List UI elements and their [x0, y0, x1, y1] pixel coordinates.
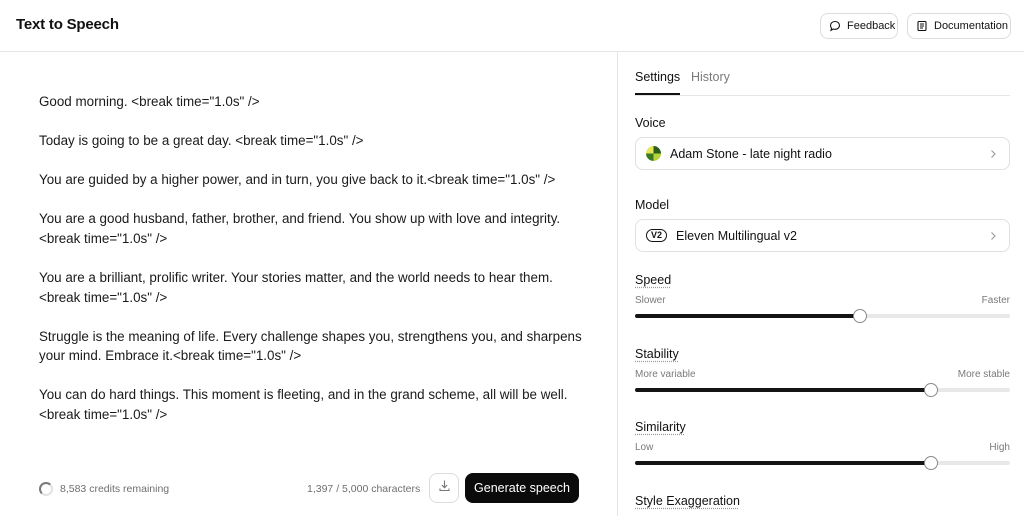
documentation-label: Documentation	[934, 20, 1008, 32]
similarity-min-label: Low	[635, 442, 654, 453]
stability-slider[interactable]	[635, 383, 1010, 397]
script-paragraph[interactable]: You are a brilliant, prolific writer. Yo…	[39, 268, 584, 307]
similarity-label: Similarity	[635, 420, 686, 434]
stability-label: Stability	[635, 347, 679, 361]
voice-value: Adam Stone - late night radio	[670, 146, 832, 161]
speech-bubble-icon	[829, 20, 841, 32]
script-paragraph[interactable]: You are guided by a higher power, and in…	[39, 170, 584, 190]
feedback-button[interactable]: Feedback	[820, 13, 898, 39]
model-select[interactable]: V2 Eleven Multilingual v2	[635, 219, 1010, 252]
similarity-slider[interactable]	[635, 456, 1010, 470]
generate-speech-button[interactable]: Generate speech	[465, 473, 579, 503]
document-icon	[916, 20, 928, 32]
script-paragraph[interactable]: You can do hard things. This moment is f…	[39, 385, 584, 424]
similarity-slider-thumb[interactable]	[924, 456, 939, 470]
model-label: Model	[635, 198, 670, 212]
model-value: Eleven Multilingual v2	[676, 228, 797, 243]
download-icon	[438, 479, 451, 497]
credits-remaining: 8,583 credits remaining	[60, 483, 170, 495]
chevron-right-icon	[989, 230, 997, 244]
documentation-button[interactable]: Documentation	[907, 13, 1011, 39]
stability-slider-thumb[interactable]	[924, 383, 939, 397]
app-title: Text to Speech	[16, 16, 119, 33]
script-paragraph[interactable]: Today is going to be a great day. <break…	[39, 131, 584, 151]
voice-label: Voice	[635, 116, 666, 130]
speed-slider-thumb[interactable]	[853, 309, 867, 323]
stability-slider-fill	[635, 388, 932, 392]
app-header: Text to Speech Feedback Documentation	[0, 0, 1024, 52]
speed-slider[interactable]	[635, 309, 1010, 323]
speed-slider-fill	[635, 314, 860, 318]
character-count: 1,397 / 5,000 characters	[307, 483, 421, 495]
tab-history[interactable]: History	[691, 70, 730, 95]
download-button[interactable]	[429, 473, 459, 503]
style-exaggeration-label: Style Exaggeration	[635, 494, 740, 508]
script-editor[interactable]: Good morning. <break time="1.0s" /> Toda…	[0, 52, 618, 516]
script-paragraph[interactable]: You are a good husband, father, brother,…	[39, 209, 584, 248]
speed-label: Speed	[635, 273, 672, 287]
speed-max-label: Faster	[981, 295, 1010, 306]
script-paragraph[interactable]: Good morning. <break time="1.0s" />	[39, 92, 584, 112]
script-text-area[interactable]: Good morning. <break time="1.0s" /> Toda…	[39, 92, 584, 444]
model-version-badge: V2	[646, 229, 668, 242]
chevron-right-icon	[989, 148, 997, 162]
panel-tabs: Settings History	[635, 70, 1010, 96]
stability-max-label: More stable	[957, 369, 1010, 380]
speed-min-label: Slower	[635, 295, 666, 306]
voice-avatar-icon	[646, 146, 661, 161]
stability-min-label: More variable	[635, 369, 696, 380]
tab-settings[interactable]: Settings	[635, 70, 681, 95]
loading-spinner-icon	[39, 482, 53, 496]
script-paragraph[interactable]: Struggle is the meaning of life. Every c…	[39, 327, 584, 366]
settings-panel: Settings History Voice Adam Stone - late…	[619, 52, 1024, 516]
feedback-label: Feedback	[847, 20, 896, 32]
editor-footer: 8,583 credits remaining 1,397 / 5,000 ch…	[0, 473, 618, 513]
similarity-slider-fill	[635, 461, 932, 465]
similarity-max-label: High	[989, 442, 1010, 453]
voice-select[interactable]: Adam Stone - late night radio	[635, 137, 1010, 170]
